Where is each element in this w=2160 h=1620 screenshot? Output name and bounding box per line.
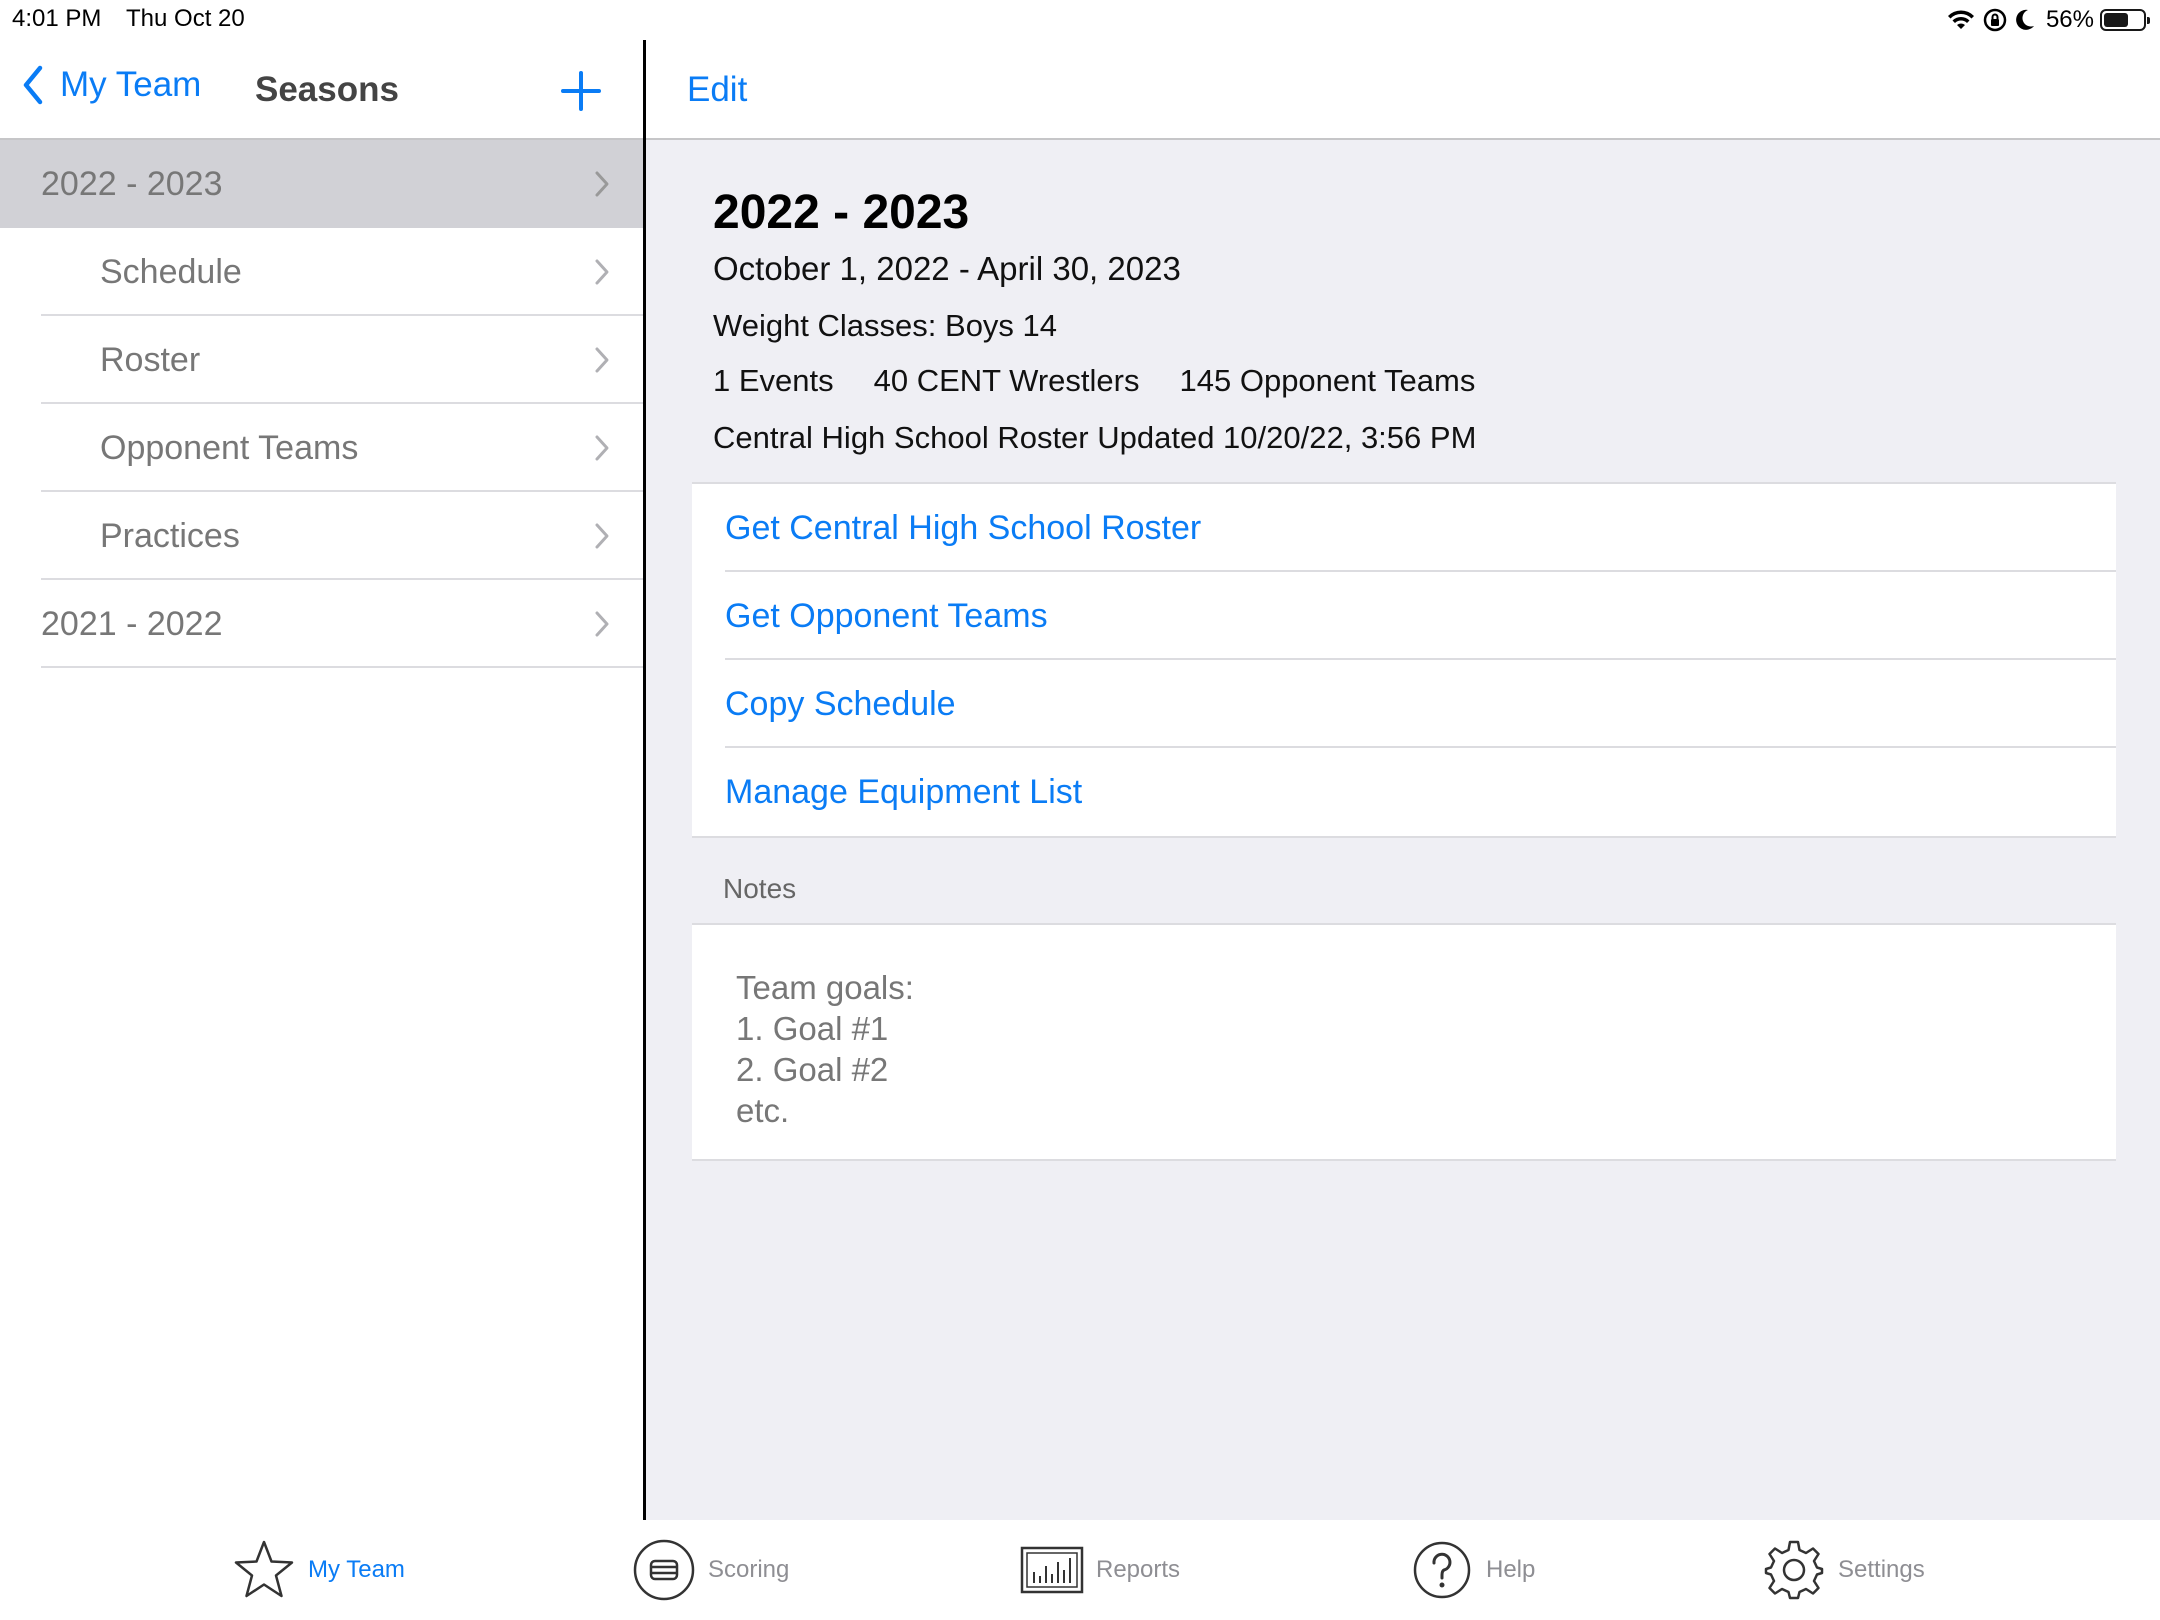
season-row-2021-2022[interactable]: 2021 - 2022 bbox=[0, 580, 643, 668]
chevron-right-icon bbox=[595, 523, 609, 549]
moon-icon bbox=[2016, 9, 2034, 30]
seasons-list: 2022 - 2023 Schedule Roster Opponent Tea… bbox=[0, 140, 643, 668]
chevron-right-icon bbox=[595, 611, 609, 637]
tab-label: Settings bbox=[1838, 1556, 1925, 1583]
star-icon bbox=[234, 1540, 294, 1598]
chevron-right-icon bbox=[595, 435, 609, 461]
actions-list: Get Central High School Roster Get Oppon… bbox=[692, 482, 2116, 838]
action-label: Copy Schedule bbox=[725, 684, 956, 723]
sidebar-item-label: Schedule bbox=[100, 252, 242, 291]
get-opponent-teams-button[interactable]: Get Opponent Teams bbox=[692, 572, 2116, 660]
status-bar: 4:01 PM Thu Oct 20 56% bbox=[0, 0, 2160, 40]
season-label: 2021 - 2022 bbox=[41, 604, 223, 643]
sidebar-item-roster[interactable]: Roster bbox=[0, 316, 643, 404]
weight-classes: Weight Classes: Boys 14 bbox=[713, 308, 1058, 343]
reports-icon bbox=[1020, 1546, 1084, 1594]
sidebar-item-label: Opponent Teams bbox=[100, 428, 359, 467]
get-roster-button[interactable]: Get Central High School Roster bbox=[692, 484, 2116, 572]
copy-schedule-button[interactable]: Copy Schedule bbox=[692, 660, 2116, 748]
edit-button[interactable]: Edit bbox=[687, 70, 747, 110]
sidebar-item-practices[interactable]: Practices bbox=[0, 492, 643, 580]
status-time: 4:01 PM bbox=[12, 5, 102, 32]
chevron-right-icon bbox=[595, 347, 609, 373]
tab-reports[interactable]: Reports bbox=[1020, 1538, 1180, 1602]
sidebar-item-label: Roster bbox=[100, 340, 201, 379]
tab-label: Scoring bbox=[708, 1556, 790, 1583]
scoring-icon bbox=[633, 1539, 695, 1601]
status-date: Thu Oct 20 bbox=[126, 5, 245, 32]
plus-icon[interactable] bbox=[560, 70, 602, 112]
season-title: 2022 - 2023 bbox=[713, 186, 970, 239]
battery-icon bbox=[2100, 9, 2150, 31]
back-button[interactable]: My Team bbox=[20, 64, 201, 106]
status-indicators: 56% bbox=[1946, 4, 2150, 36]
tab-label: My Team bbox=[308, 1556, 405, 1583]
season-row-2022-2023[interactable]: 2022 - 2023 bbox=[0, 140, 643, 228]
opponent-teams-count: 145 Opponent Teams bbox=[1179, 363, 1476, 398]
chevron-right-icon bbox=[595, 171, 609, 197]
notes-header: Notes bbox=[723, 873, 797, 904]
tab-my-team[interactable]: My Team bbox=[232, 1538, 405, 1602]
season-dates: October 1, 2022 - April 30, 2023 bbox=[713, 250, 1181, 287]
tab-bar: My Team Scoring Reports Help Settings bbox=[0, 1520, 2160, 1620]
help-icon bbox=[1413, 1541, 1471, 1599]
detail-nav-bar: Edit bbox=[646, 40, 2160, 140]
manage-equipment-button[interactable]: Manage Equipment List bbox=[692, 748, 2116, 836]
action-label: Get Opponent Teams bbox=[725, 596, 1048, 635]
events-count: 1 Events bbox=[713, 363, 834, 398]
wrestlers-count: 40 CENT Wrestlers bbox=[873, 363, 1140, 398]
tab-help[interactable]: Help bbox=[1410, 1538, 1535, 1602]
season-counts: 1 Events 40 CENT Wrestlers 145 Opponent … bbox=[713, 363, 1515, 399]
orientation-lock-icon bbox=[1983, 8, 2007, 32]
sidebar-item-opponent-teams[interactable]: Opponent Teams bbox=[0, 404, 643, 492]
notes-text-area[interactable]: Team goals: 1. Goal #1 2. Goal #2 etc. bbox=[736, 967, 2076, 1137]
row-separator bbox=[41, 666, 643, 668]
sidebar: My Team Seasons 2022 - 2023 Schedule Ros… bbox=[0, 40, 643, 1520]
notes-box: Team goals: 1. Goal #1 2. Goal #2 etc. bbox=[692, 923, 2116, 1161]
sidebar-item-label: Practices bbox=[100, 516, 240, 555]
season-label: 2022 - 2023 bbox=[41, 164, 223, 203]
app-screen: 4:01 PM Thu Oct 20 56% My Team Seasons 2… bbox=[0, 0, 2160, 1620]
gear-icon bbox=[1764, 1540, 1824, 1600]
back-button-label: My Team bbox=[60, 65, 202, 104]
sidebar-title: Seasons bbox=[255, 70, 399, 109]
chevron-right-icon bbox=[595, 259, 609, 285]
wifi-icon bbox=[1947, 10, 1974, 29]
sidebar-nav-bar: My Team Seasons bbox=[0, 40, 643, 140]
chevron-left-icon bbox=[23, 65, 43, 105]
action-label: Get Central High School Roster bbox=[725, 508, 1202, 547]
tab-settings[interactable]: Settings bbox=[1762, 1538, 1925, 1602]
roster-updated: Central High School Roster Updated 10/20… bbox=[713, 420, 1477, 455]
action-label: Manage Equipment List bbox=[725, 772, 1083, 811]
tab-label: Reports bbox=[1096, 1556, 1181, 1583]
tab-label: Help bbox=[1486, 1556, 1536, 1583]
season-detail: Edit 2022 - 2023 October 1, 2022 - April… bbox=[646, 40, 2160, 1520]
sidebar-item-schedule[interactable]: Schedule bbox=[0, 228, 643, 316]
tab-scoring[interactable]: Scoring bbox=[632, 1538, 789, 1602]
battery-percent: 56% bbox=[2045, 6, 2094, 33]
